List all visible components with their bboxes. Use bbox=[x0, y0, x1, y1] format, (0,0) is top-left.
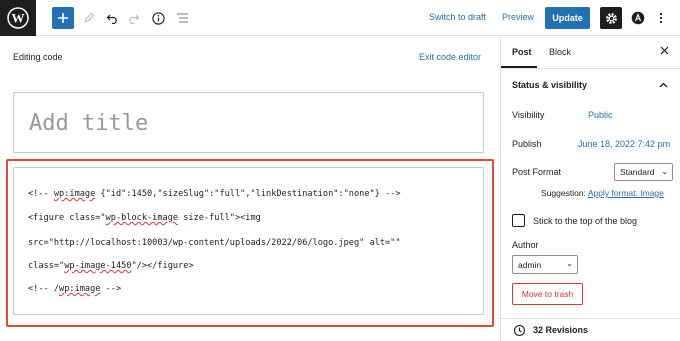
publish-label: Publish bbox=[512, 139, 542, 149]
sticky-checkbox[interactable] bbox=[512, 214, 525, 227]
svg-text:W: W bbox=[12, 11, 25, 26]
editing-code-label: Editing code bbox=[13, 52, 63, 62]
code-line: src="http://localhost:10003/wp-content/u… bbox=[28, 238, 401, 248]
switch-to-draft-link[interactable]: Switch to draft bbox=[429, 12, 486, 22]
visibility-value-link[interactable]: Public bbox=[588, 110, 613, 120]
code-line: <!-- /wp:image --> bbox=[28, 284, 122, 294]
code-textarea[interactable]: <!-- wp:image {"id":1450,"sizeSlug":"ful… bbox=[13, 167, 484, 315]
active-tab-indicator bbox=[501, 66, 537, 68]
move-to-trash-button[interactable]: Move to trash bbox=[512, 283, 583, 305]
details-info-icon[interactable] bbox=[147, 7, 169, 29]
settings-gear-icon[interactable] bbox=[600, 7, 622, 29]
tab-post[interactable]: Post bbox=[512, 47, 532, 57]
post-format-selected: Standard bbox=[620, 167, 655, 177]
revisions-clock-icon bbox=[513, 324, 526, 339]
author-label: Author bbox=[512, 240, 539, 250]
title-placeholder: Add title bbox=[29, 111, 149, 136]
status-visibility-panel-title[interactable]: Status & visibility bbox=[512, 80, 587, 90]
preview-link[interactable]: Preview bbox=[502, 12, 534, 22]
code-line: <figure class="wp-block-image size-full"… bbox=[28, 213, 261, 223]
author-select[interactable]: admin ⌄ bbox=[512, 255, 578, 274]
format-suggestion: Suggestion: Apply format: Image bbox=[541, 188, 664, 198]
add-block-icon[interactable] bbox=[52, 7, 74, 29]
divider bbox=[501, 318, 680, 319]
code-editor-area: Editing code Exit code editor Add title … bbox=[0, 37, 500, 341]
list-view-icon[interactable] bbox=[171, 7, 193, 29]
sidebar-tabs: Post Block bbox=[501, 37, 680, 69]
revisions-link[interactable]: 32 Revisions bbox=[533, 325, 588, 335]
wordpress-logo-icon[interactable]: W bbox=[0, 0, 36, 36]
undo-icon[interactable] bbox=[101, 7, 123, 29]
tab-block[interactable]: Block bbox=[549, 47, 571, 57]
post-format-select[interactable]: Standard ⌄ bbox=[614, 163, 673, 181]
visibility-label: Visibility bbox=[512, 110, 545, 120]
chevron-down-icon: ⌄ bbox=[566, 259, 573, 268]
post-format-label: Post Format bbox=[512, 167, 562, 177]
suggestion-label: Suggestion: bbox=[541, 188, 586, 198]
pencil-tools-icon[interactable] bbox=[78, 7, 100, 29]
top-toolbar: W Switch to draft Preview Update bbox=[0, 0, 680, 36]
author-selected: admin bbox=[518, 259, 542, 270]
code-line: class="wp-image-1450"/></figure> bbox=[28, 261, 194, 271]
apply-format-link[interactable]: Apply format: Image bbox=[588, 188, 664, 198]
sticky-label: Stick to the top of the blog bbox=[533, 216, 638, 226]
close-icon[interactable] bbox=[660, 46, 669, 58]
post-title-input[interactable]: Add title bbox=[13, 92, 484, 153]
plugin-logo-icon[interactable] bbox=[627, 7, 649, 29]
exit-code-editor-link[interactable]: Exit code editor bbox=[419, 52, 481, 62]
code-line: <!-- wp:image {"id":1450,"sizeSlug":"ful… bbox=[28, 189, 401, 199]
chevron-down-icon: ⌄ bbox=[661, 167, 668, 176]
more-options-icon[interactable] bbox=[650, 7, 672, 29]
publish-date-link[interactable]: June 18, 2022 7:42 pm bbox=[578, 139, 670, 149]
update-button[interactable]: Update bbox=[545, 7, 590, 29]
chevron-up-icon[interactable] bbox=[659, 80, 668, 90]
settings-sidebar: Post Block Status & visibility Visibilit… bbox=[500, 37, 680, 341]
redo-icon[interactable] bbox=[123, 7, 145, 29]
